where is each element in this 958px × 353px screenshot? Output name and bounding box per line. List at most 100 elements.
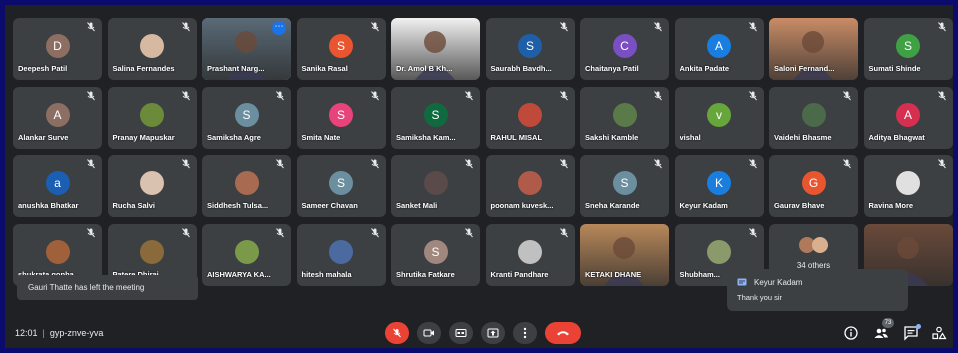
participant-tile[interactable]: K Keyur Kadam — [674, 155, 764, 217]
avatar-initial: C — [612, 34, 637, 58]
participant-tile[interactable]: Sakshi Kamble — [580, 86, 669, 149]
participant-name: Sakshi Kamble — [585, 132, 639, 142]
participant-tile[interactable]: Kranti Pandhare — [485, 223, 575, 286]
chat-sender: Keyur Kadam — [754, 278, 803, 287]
meeting-info-button[interactable] — [843, 325, 859, 341]
participant-name: KETAKI DHANE — [585, 269, 642, 279]
present-icon — [487, 328, 499, 338]
participant-tile[interactable]: Pranay Mapuskar — [107, 86, 197, 149]
participant-tile[interactable]: S Shrutika Fatkare — [391, 223, 480, 286]
participant-tile[interactable]: S Smita Nate — [296, 86, 386, 149]
people-button[interactable]: 73 — [873, 318, 894, 341]
participant-name: Saloni Fernand... — [774, 64, 835, 73]
participant-name: Ankita Padate — [679, 64, 730, 73]
chat-button[interactable] — [903, 324, 921, 341]
participant-tile[interactable]: S Samiksha Kam... — [391, 86, 480, 149]
end-call-button[interactable] — [545, 322, 581, 344]
participant-tile[interactable]: Siddhesh Tulsa... — [202, 155, 291, 217]
participant-grid: D Deepesh Patil Salina Fernandes ⋯ Prashant … — [13, 18, 953, 286]
participant-name: Saurabh Bavdh... — [490, 64, 552, 73]
mic-muted-icon — [87, 90, 95, 100]
mic-muted-icon — [654, 22, 662, 32]
avatar-photo — [140, 34, 164, 58]
camera-toggle-button[interactable] — [417, 322, 441, 344]
participant-name: Siddhesh Tulsa... — [207, 201, 269, 210]
participant-tile[interactable]: Ravina More — [863, 155, 953, 217]
participant-tile[interactable]: RAHUL MISAL — [485, 86, 575, 149]
participant-tile[interactable]: S Sameer Chavan — [296, 155, 386, 217]
participant-tile[interactable]: KETAKI DHANE — [580, 223, 669, 286]
participant-tile[interactable]: D Deepesh Patil — [13, 18, 102, 80]
participant-name: Keyur Kadam — [679, 201, 728, 210]
participant-tile[interactable]: G Gaurav Bhave — [769, 155, 858, 217]
participant-tile[interactable]: C Chaitanya Patil — [580, 18, 669, 80]
participant-tile[interactable]: poonam kuvesk... — [485, 155, 575, 217]
avatar-photo — [45, 239, 70, 264]
participant-tile[interactable]: Sanket Mali — [391, 155, 480, 217]
meeting-code[interactable]: gyp-znve-yva — [50, 328, 104, 338]
participant-tile[interactable]: S Sanika Rasal — [296, 18, 386, 80]
participant-tile[interactable]: Rucha Salvi — [107, 155, 197, 217]
avatar-photo — [518, 171, 542, 195]
participant-tile[interactable]: AISHWARYA KA... — [202, 223, 291, 286]
participant-name: Sumati Shinde — [868, 64, 921, 73]
participant-tile[interactable]: S Samiksha Agre — [202, 86, 291, 149]
participant-tile[interactable]: Salina Fernandes — [107, 18, 197, 80]
participant-name: Samiksha Agre — [207, 132, 261, 142]
mic-muted-icon — [465, 227, 473, 237]
participant-tile[interactable]: A Aditya Bhagwat — [863, 86, 953, 149]
mic-muted-icon — [370, 22, 379, 32]
participant-name: Rucha Salvi — [112, 201, 156, 210]
mic-toggle-button[interactable] — [385, 322, 409, 344]
avatar-initial: S — [234, 102, 259, 127]
avatar-initial: S — [329, 171, 353, 195]
participant-tile[interactable]: A Ankita Padate — [674, 18, 764, 80]
participant-name: Gaurav Bhave — [774, 201, 825, 210]
participant-tile[interactable]: S Saurabh Bavdh... — [485, 18, 575, 80]
mic-muted-icon — [465, 159, 473, 169]
avatar-photo — [140, 239, 164, 264]
participant-tile[interactable]: v vishal — [674, 86, 764, 149]
participant-tile[interactable]: hitesh mahala — [296, 223, 386, 286]
meeting-details: 12:01 | gyp-znve-yva — [15, 328, 104, 338]
mic-muted-icon — [748, 90, 757, 100]
chat-message-popup[interactable]: Keyur Kadam Thank you sir — [727, 269, 908, 311]
participant-name: Sanika Rasal — [301, 64, 348, 73]
participant-name: Salina Fernandes — [112, 64, 175, 73]
avatar-photo — [140, 171, 164, 195]
participant-name: vishal — [679, 132, 701, 142]
end-call-icon — [557, 331, 569, 336]
participant-tile[interactable]: S Sneha Karande — [580, 155, 669, 217]
participant-tile[interactable]: a anushka Bhatkar — [13, 155, 102, 217]
tile-options-icon[interactable]: ⋯ — [272, 21, 286, 35]
participant-tile[interactable]: A Alankar Surve — [13, 86, 102, 149]
mic-muted-icon — [937, 22, 946, 32]
avatar-initial: S — [612, 171, 637, 195]
activities-button[interactable] — [931, 325, 947, 341]
avatar-photo — [518, 239, 542, 264]
mic-muted-icon — [843, 90, 851, 100]
avatar-photo — [896, 171, 920, 195]
mic-muted-icon — [465, 90, 473, 100]
participant-name: Ravina More — [868, 201, 914, 210]
mic-muted-icon — [276, 90, 284, 100]
camera-icon — [423, 329, 434, 337]
avatar-photo — [801, 102, 826, 127]
participant-tile[interactable]: Vaidehi Bhasme — [769, 86, 858, 149]
participant-tile[interactable]: ⋯ Prashant Narg... — [202, 18, 291, 80]
participant-name: Aditya Bhagwat — [868, 132, 925, 142]
avatar-initial: S — [423, 102, 448, 127]
captions-button[interactable] — [449, 322, 473, 344]
mic-muted-icon — [370, 90, 379, 100]
participant-tile[interactable]: S Sumati Shinde — [863, 18, 953, 80]
others-avatars-icon — [799, 236, 828, 253]
participant-name: Sameer Chavan — [301, 201, 358, 210]
participant-name: Sanket Mali — [396, 201, 438, 210]
participant-name: Kranti Pandhare — [490, 269, 549, 279]
participant-tile[interactable]: Saloni Fernand... — [769, 18, 858, 80]
avatar-photo — [612, 102, 637, 127]
avatar-initial: S — [423, 239, 448, 264]
present-screen-button[interactable] — [481, 322, 505, 344]
participant-tile[interactable]: Dr. Amol B Kh... — [391, 18, 480, 80]
more-options-button[interactable] — [513, 322, 537, 344]
